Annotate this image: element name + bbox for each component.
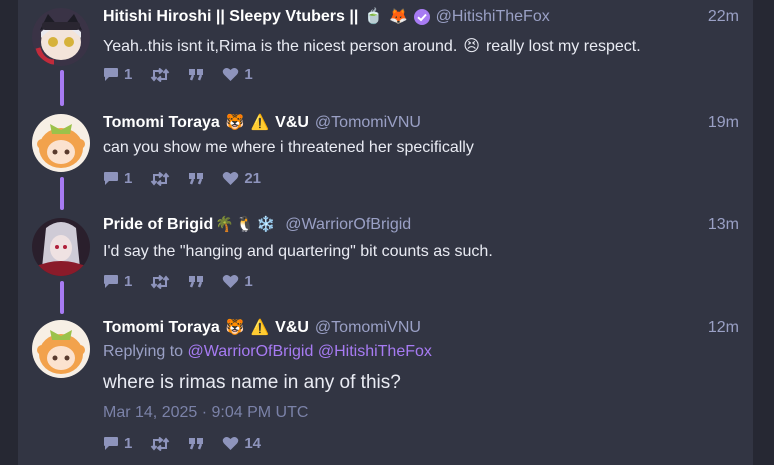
reply-count: 1 bbox=[124, 273, 133, 290]
tweet[interactable]: Hitishi Hiroshi || Sleepy Vtubers || 🍵 🦊… bbox=[18, 0, 753, 100]
quote-icon bbox=[189, 438, 204, 450]
heart-icon bbox=[223, 67, 239, 81]
quote-button[interactable] bbox=[188, 275, 204, 288]
tea-emoji-icon: 🍵 bbox=[364, 8, 383, 25]
avatar[interactable] bbox=[32, 8, 90, 66]
reply-button[interactable]: 1 bbox=[103, 66, 132, 83]
tweet[interactable]: Tomomi Toraya 🐯 ⚠️ V&U @TomomiVNU 19m ca… bbox=[18, 106, 753, 206]
avatar[interactable] bbox=[32, 218, 90, 276]
retweet-icon bbox=[151, 67, 170, 82]
reply-count: 1 bbox=[124, 435, 133, 452]
warning-emoji-icon: ⚠️ bbox=[250, 319, 270, 336]
like-button[interactable]: 21 bbox=[222, 170, 261, 187]
warning-emoji-icon: ⚠️ bbox=[250, 114, 270, 131]
quote-button[interactable] bbox=[188, 172, 204, 185]
mention-link[interactable]: @WarriorOfBrigid bbox=[188, 343, 314, 360]
reply-count: 1 bbox=[124, 66, 133, 83]
comment-icon bbox=[104, 172, 118, 185]
post-time[interactable]: 19m bbox=[708, 114, 739, 132]
post-text: can you show me where i threatened her s… bbox=[103, 139, 474, 156]
retweet-icon bbox=[151, 171, 170, 186]
user-handle[interactable]: @HitishiTheFox bbox=[436, 8, 550, 26]
tweet[interactable]: Pride of Brigid 🌴 🐧 ❄️ @WarriorOfBrigid … bbox=[18, 210, 753, 310]
display-name[interactable]: Pride of Brigid bbox=[103, 216, 213, 234]
like-button[interactable]: 1 bbox=[222, 273, 253, 290]
confounded-face-emoji-icon: 😣 bbox=[463, 38, 480, 55]
action-bar: 1 21 bbox=[103, 170, 279, 187]
heart-icon bbox=[223, 436, 239, 450]
palm-tree-emoji-icon: 🌴 bbox=[215, 216, 234, 233]
action-bar: 1 1 bbox=[103, 273, 271, 290]
retweet-button[interactable] bbox=[150, 171, 170, 186]
display-name[interactable]: Hitishi Hiroshi || Sleepy Vtubers || bbox=[103, 8, 358, 26]
like-count: 21 bbox=[244, 170, 262, 187]
tiger-emoji-icon: 🐯 bbox=[225, 319, 245, 336]
quote-icon bbox=[189, 173, 204, 185]
like-button[interactable]: 1 bbox=[222, 66, 253, 83]
comment-icon bbox=[104, 68, 118, 81]
user-handle[interactable]: @WarriorOfBrigid bbox=[285, 216, 411, 234]
action-bar: 1 14 bbox=[103, 435, 279, 452]
quote-icon bbox=[189, 69, 204, 81]
like-count: 1 bbox=[244, 66, 253, 83]
replying-to-label: Replying to bbox=[103, 343, 184, 360]
action-bar: 1 1 bbox=[103, 66, 271, 83]
post-time[interactable]: 22m bbox=[708, 8, 739, 26]
reply-count: 1 bbox=[124, 170, 133, 187]
user-handle[interactable]: @TomomiVNU bbox=[315, 319, 421, 337]
quote-button[interactable] bbox=[188, 68, 204, 81]
display-name[interactable]: Tomomi Toraya bbox=[103, 319, 220, 337]
comment-icon bbox=[104, 437, 118, 450]
avatar[interactable] bbox=[32, 320, 90, 378]
like-count: 14 bbox=[244, 435, 262, 452]
retweet-button[interactable] bbox=[150, 436, 170, 451]
verified-badge-icon bbox=[413, 9, 430, 25]
post-text-part: really lost my respect. bbox=[485, 38, 641, 55]
heart-icon bbox=[223, 171, 239, 185]
post-time[interactable]: 12m bbox=[708, 319, 739, 337]
post-text-part: Yeah..this isnt it,Rima is the nicest pe… bbox=[103, 38, 458, 55]
retweet-icon bbox=[151, 436, 170, 451]
reply-button[interactable]: 1 bbox=[103, 273, 132, 290]
penguin-emoji-icon: 🐧 bbox=[235, 216, 255, 233]
comment-icon bbox=[104, 275, 118, 288]
display-name-suffix: V&U bbox=[275, 319, 309, 336]
post-date[interactable]: Mar 14, 2025 · 9:04 PM UTC bbox=[103, 404, 308, 422]
heart-icon bbox=[223, 274, 239, 288]
replying-to-line: Replying to @WarriorOfBrigid @HitishiThe… bbox=[103, 343, 432, 361]
reply-button[interactable]: 1 bbox=[103, 170, 132, 187]
fox-emoji-icon: 🦊 bbox=[388, 8, 408, 25]
reply-button[interactable]: 1 bbox=[103, 435, 132, 452]
post-text: Yeah..this isnt it,Rima is the nicest pe… bbox=[103, 36, 641, 56]
avatar[interactable] bbox=[32, 114, 90, 172]
snowflake-emoji-icon: ❄️ bbox=[256, 216, 276, 233]
like-button[interactable]: 14 bbox=[222, 435, 261, 452]
retweet-button[interactable] bbox=[150, 67, 170, 82]
post-text: I'd say the "hanging and quartering" bit… bbox=[103, 243, 493, 260]
main-tweet[interactable]: Tomomi Toraya 🐯 ⚠️ V&U @TomomiVNU 12m Re… bbox=[18, 314, 753, 465]
tiger-emoji-icon: 🐯 bbox=[225, 114, 245, 131]
display-name-suffix: V&U bbox=[275, 114, 309, 131]
post-time[interactable]: 13m bbox=[708, 216, 739, 234]
user-handle[interactable]: @TomomiVNU bbox=[315, 114, 421, 132]
quote-button[interactable] bbox=[188, 437, 204, 450]
quote-icon bbox=[189, 276, 204, 288]
retweet-icon bbox=[151, 274, 170, 289]
display-name[interactable]: Tomomi Toraya bbox=[103, 114, 220, 132]
post-text: where is rimas name in any of this? bbox=[103, 372, 401, 393]
mention-link[interactable]: @HitishiTheFox bbox=[318, 343, 432, 360]
like-count: 1 bbox=[244, 273, 253, 290]
retweet-button[interactable] bbox=[150, 274, 170, 289]
